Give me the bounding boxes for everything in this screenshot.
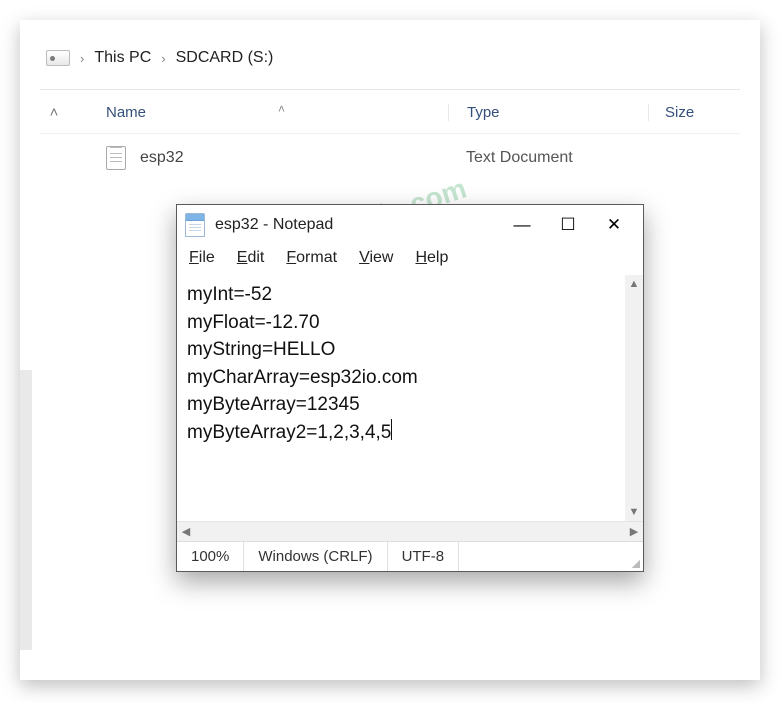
explorer-nav-edge (20, 370, 32, 650)
text-line: myInt=-52 (187, 281, 633, 309)
text-area[interactable]: myInt=-52 myFloat=-12.70 myString=HELLO … (177, 275, 643, 521)
notepad-window: esp32 - Notepad — ☐ ✕ File Edit Format V… (176, 204, 644, 572)
menu-help[interactable]: Help (415, 249, 448, 267)
window-title: esp32 - Notepad (215, 216, 489, 234)
text-line: myCharArray=esp32io.com (187, 364, 633, 392)
breadcrumb-root[interactable]: This PC (94, 49, 151, 67)
status-eol: Windows (CRLF) (244, 542, 387, 571)
minimize-button[interactable]: — (499, 211, 545, 239)
close-button[interactable]: ✕ (591, 211, 637, 239)
file-explorer: › This PC › SDCARD (S:) ˄ Name ˄ Type Si… (40, 45, 740, 182)
notepad-icon (185, 213, 205, 237)
maximize-button[interactable]: ☐ (545, 211, 591, 239)
chevron-up-icon[interactable]: ˄ (40, 104, 68, 121)
text-line: myFloat=-12.70 (187, 309, 633, 337)
sort-indicator-icon: ˄ (278, 102, 285, 116)
breadcrumb-drive[interactable]: SDCARD (S:) (176, 49, 274, 67)
file-row[interactable]: esp32 Text Document (40, 134, 740, 182)
vertical-scrollbar[interactable]: ▲ ▼ (625, 275, 643, 521)
text-line: myString=HELLO (187, 336, 633, 364)
column-header-name[interactable]: Name ˄ (68, 104, 448, 121)
breadcrumb[interactable]: › This PC › SDCARD (S:) (40, 45, 740, 71)
column-header-name-label: Name (106, 104, 146, 121)
resize-grip-icon[interactable] (623, 542, 643, 571)
status-encoding: UTF-8 (388, 542, 460, 571)
text-line: myByteArray2=1,2,3,4,5 (187, 419, 633, 447)
menubar: File Edit Format View Help (177, 243, 643, 275)
file-type: Text Document (448, 149, 668, 167)
text-file-icon (106, 146, 126, 170)
menu-format[interactable]: Format (286, 249, 337, 267)
text-cursor (391, 419, 392, 440)
scroll-down-icon[interactable]: ▼ (625, 503, 643, 521)
file-name: esp32 (140, 149, 184, 167)
drive-icon (46, 50, 70, 66)
menu-edit[interactable]: Edit (237, 249, 265, 267)
menu-file[interactable]: File (189, 249, 215, 267)
status-zoom[interactable]: 100% (177, 542, 244, 571)
chevron-right-icon: › (161, 51, 165, 66)
scroll-up-icon[interactable]: ▲ (625, 275, 643, 293)
text-line: myByteArray=12345 (187, 391, 633, 419)
horizontal-scrollbar[interactable]: ◀ ▶ (177, 521, 643, 541)
column-headers: ˄ Name ˄ Type Size (40, 90, 740, 134)
chevron-right-icon: › (80, 51, 84, 66)
column-header-type[interactable]: Type (448, 104, 648, 121)
scroll-left-icon[interactable]: ◀ (177, 522, 195, 541)
column-header-size[interactable]: Size (648, 104, 708, 121)
titlebar[interactable]: esp32 - Notepad — ☐ ✕ (177, 205, 643, 243)
column-header-size-label: Size (665, 104, 694, 121)
column-header-type-label: Type (467, 104, 500, 121)
statusbar: 100% Windows (CRLF) UTF-8 (177, 541, 643, 571)
menu-view[interactable]: View (359, 249, 393, 267)
scroll-right-icon[interactable]: ▶ (625, 522, 643, 541)
